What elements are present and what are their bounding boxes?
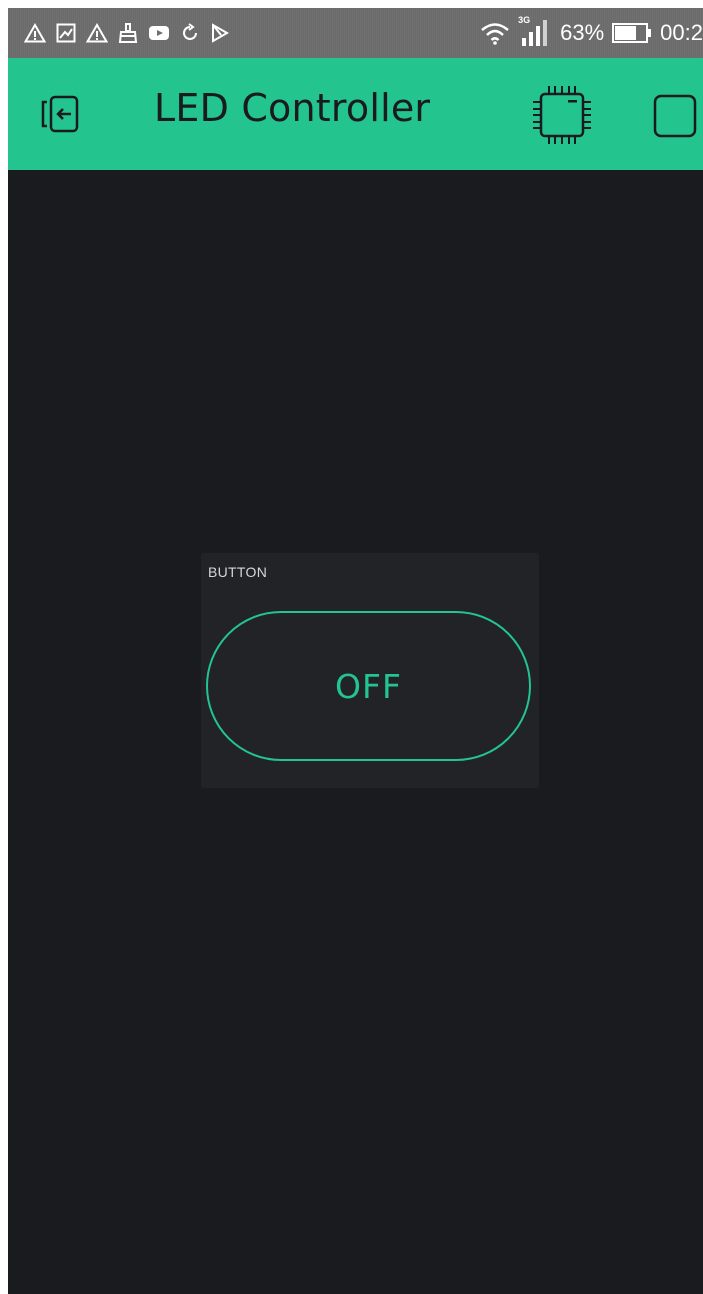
button-widget: BUTTON OFF xyxy=(201,553,539,788)
sync-icon xyxy=(180,23,200,43)
app-bar: LED Controller xyxy=(8,58,703,170)
signal-icon: 3G xyxy=(518,15,552,48)
youtube-icon xyxy=(148,24,170,42)
warning-icon xyxy=(86,23,108,43)
battery-icon xyxy=(612,23,652,43)
clock: 00:2 xyxy=(660,20,703,45)
play-store-icon xyxy=(210,23,230,43)
warning-icon xyxy=(24,23,46,43)
back-exit-icon[interactable] xyxy=(36,92,86,136)
widget-label: BUTTON xyxy=(208,564,268,580)
cleaner-icon xyxy=(118,23,138,43)
network-type: 3G xyxy=(518,15,531,25)
image-icon xyxy=(56,23,76,43)
app-screen: 3G 63% 00:2 LED Controller BUTTON OFF xyxy=(8,8,703,1294)
device-chip-icon[interactable] xyxy=(529,82,595,148)
wifi-icon xyxy=(480,21,510,45)
led-toggle-button-label: OFF xyxy=(335,666,402,706)
system-status: 3G 63% 00:2 xyxy=(480,15,703,50)
status-bar: 3G 63% 00:2 xyxy=(8,8,703,58)
battery-percent: 63% xyxy=(560,20,605,45)
page-title: LED Controller xyxy=(154,86,431,130)
led-toggle-button[interactable]: OFF xyxy=(206,611,531,761)
square-icon[interactable] xyxy=(653,94,697,138)
notification-icons xyxy=(24,18,230,48)
